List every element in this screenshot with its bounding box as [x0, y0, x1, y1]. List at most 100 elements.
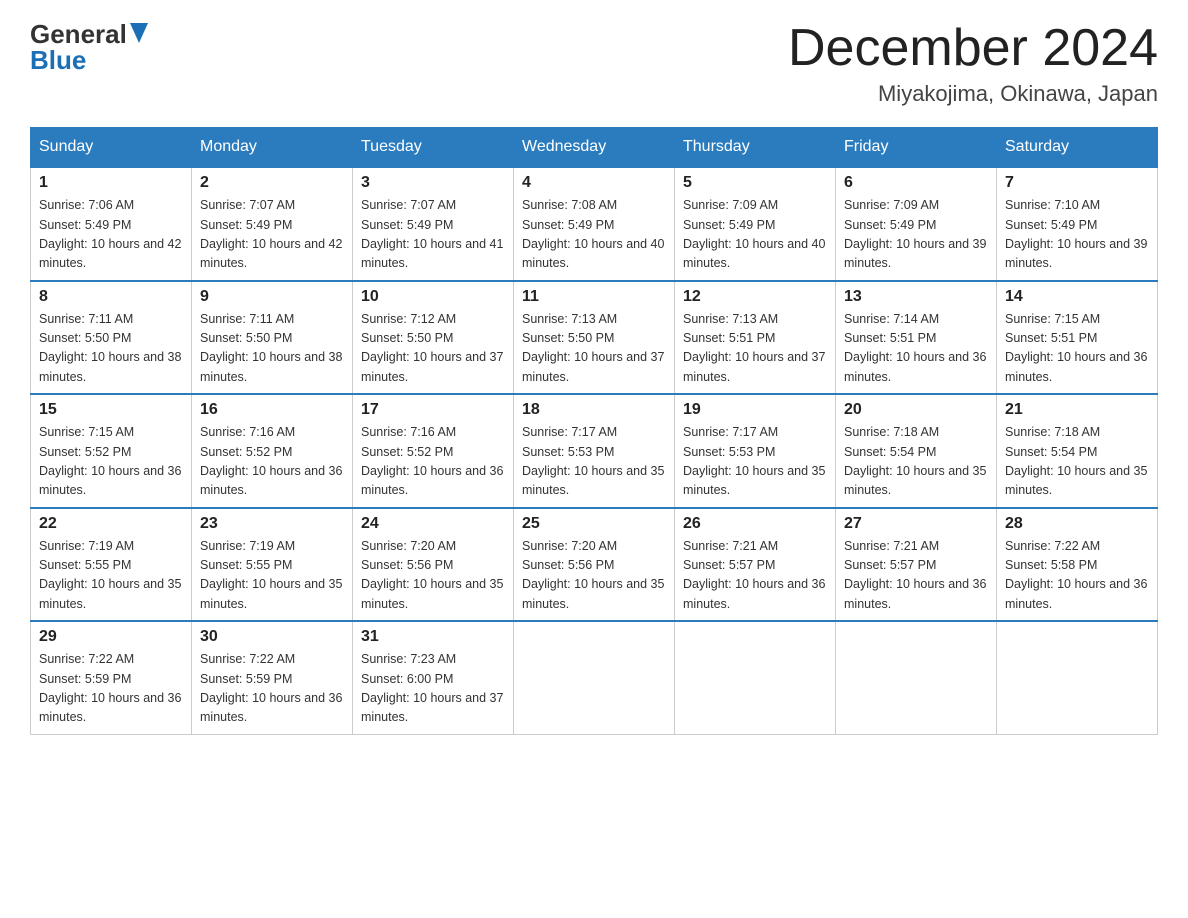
- day-number: 20: [844, 401, 988, 419]
- calendar-week-row: 29 Sunrise: 7:22 AM Sunset: 5:59 PM Dayl…: [31, 621, 1158, 734]
- day-number: 14: [1005, 288, 1149, 306]
- calendar-day-cell: 17 Sunrise: 7:16 AM Sunset: 5:52 PM Dayl…: [353, 394, 514, 508]
- day-info: Sunrise: 7:15 AM Sunset: 5:52 PM Dayligh…: [39, 423, 183, 501]
- calendar-day-cell: 10 Sunrise: 7:12 AM Sunset: 5:50 PM Dayl…: [353, 281, 514, 395]
- day-number: 2: [200, 174, 344, 192]
- header-saturday: Saturday: [997, 128, 1158, 168]
- header-friday: Friday: [836, 128, 997, 168]
- calendar-day-cell: 26 Sunrise: 7:21 AM Sunset: 5:57 PM Dayl…: [675, 508, 836, 622]
- day-info: Sunrise: 7:19 AM Sunset: 5:55 PM Dayligh…: [200, 537, 344, 615]
- day-number: 8: [39, 288, 183, 306]
- day-info: Sunrise: 7:17 AM Sunset: 5:53 PM Dayligh…: [683, 423, 827, 501]
- calendar-day-cell: 15 Sunrise: 7:15 AM Sunset: 5:52 PM Dayl…: [31, 394, 192, 508]
- day-info: Sunrise: 7:16 AM Sunset: 5:52 PM Dayligh…: [200, 423, 344, 501]
- day-info: Sunrise: 7:06 AM Sunset: 5:49 PM Dayligh…: [39, 196, 183, 274]
- calendar-week-row: 8 Sunrise: 7:11 AM Sunset: 5:50 PM Dayli…: [31, 281, 1158, 395]
- calendar-day-cell: 16 Sunrise: 7:16 AM Sunset: 5:52 PM Dayl…: [192, 394, 353, 508]
- location-subtitle: Miyakojima, Okinawa, Japan: [788, 81, 1158, 107]
- calendar-day-cell: 25 Sunrise: 7:20 AM Sunset: 5:56 PM Dayl…: [514, 508, 675, 622]
- day-number: 7: [1005, 174, 1149, 192]
- calendar-day-cell: 7 Sunrise: 7:10 AM Sunset: 5:49 PM Dayli…: [997, 167, 1158, 281]
- day-info: Sunrise: 7:18 AM Sunset: 5:54 PM Dayligh…: [1005, 423, 1149, 501]
- day-info: Sunrise: 7:09 AM Sunset: 5:49 PM Dayligh…: [844, 196, 988, 274]
- day-number: 3: [361, 174, 505, 192]
- calendar-day-cell: 1 Sunrise: 7:06 AM Sunset: 5:49 PM Dayli…: [31, 167, 192, 281]
- day-info: Sunrise: 7:22 AM Sunset: 5:58 PM Dayligh…: [1005, 537, 1149, 615]
- day-info: Sunrise: 7:13 AM Sunset: 5:51 PM Dayligh…: [683, 310, 827, 388]
- calendar-day-cell: 30 Sunrise: 7:22 AM Sunset: 5:59 PM Dayl…: [192, 621, 353, 734]
- page-header: General Blue December 2024 Miyakojima, O…: [30, 20, 1158, 107]
- day-number: 24: [361, 515, 505, 533]
- day-number: 19: [683, 401, 827, 419]
- header-wednesday: Wednesday: [514, 128, 675, 168]
- day-number: 9: [200, 288, 344, 306]
- calendar-day-cell: 13 Sunrise: 7:14 AM Sunset: 5:51 PM Dayl…: [836, 281, 997, 395]
- day-number: 12: [683, 288, 827, 306]
- calendar-day-cell: 4 Sunrise: 7:08 AM Sunset: 5:49 PM Dayli…: [514, 167, 675, 281]
- day-number: 25: [522, 515, 666, 533]
- calendar-day-cell: 11 Sunrise: 7:13 AM Sunset: 5:50 PM Dayl…: [514, 281, 675, 395]
- calendar-day-cell: 20 Sunrise: 7:18 AM Sunset: 5:54 PM Dayl…: [836, 394, 997, 508]
- day-number: 1: [39, 174, 183, 192]
- day-info: Sunrise: 7:10 AM Sunset: 5:49 PM Dayligh…: [1005, 196, 1149, 274]
- calendar-day-cell: 12 Sunrise: 7:13 AM Sunset: 5:51 PM Dayl…: [675, 281, 836, 395]
- calendar-day-cell: 8 Sunrise: 7:11 AM Sunset: 5:50 PM Dayli…: [31, 281, 192, 395]
- day-info: Sunrise: 7:09 AM Sunset: 5:49 PM Dayligh…: [683, 196, 827, 274]
- calendar-day-cell: 29 Sunrise: 7:22 AM Sunset: 5:59 PM Dayl…: [31, 621, 192, 734]
- day-info: Sunrise: 7:08 AM Sunset: 5:49 PM Dayligh…: [522, 196, 666, 274]
- day-number: 23: [200, 515, 344, 533]
- day-info: Sunrise: 7:20 AM Sunset: 5:56 PM Dayligh…: [522, 537, 666, 615]
- calendar-day-cell: 19 Sunrise: 7:17 AM Sunset: 5:53 PM Dayl…: [675, 394, 836, 508]
- calendar-day-cell: [997, 621, 1158, 734]
- calendar-day-cell: 6 Sunrise: 7:09 AM Sunset: 5:49 PM Dayli…: [836, 167, 997, 281]
- day-number: 10: [361, 288, 505, 306]
- day-info: Sunrise: 7:20 AM Sunset: 5:56 PM Dayligh…: [361, 537, 505, 615]
- day-number: 18: [522, 401, 666, 419]
- day-number: 16: [200, 401, 344, 419]
- day-number: 30: [200, 628, 344, 646]
- calendar-day-cell: 9 Sunrise: 7:11 AM Sunset: 5:50 PM Dayli…: [192, 281, 353, 395]
- calendar-day-cell: 24 Sunrise: 7:20 AM Sunset: 5:56 PM Dayl…: [353, 508, 514, 622]
- day-info: Sunrise: 7:14 AM Sunset: 5:51 PM Dayligh…: [844, 310, 988, 388]
- day-number: 27: [844, 515, 988, 533]
- day-info: Sunrise: 7:12 AM Sunset: 5:50 PM Dayligh…: [361, 310, 505, 388]
- day-number: 22: [39, 515, 183, 533]
- day-info: Sunrise: 7:18 AM Sunset: 5:54 PM Dayligh…: [844, 423, 988, 501]
- day-info: Sunrise: 7:11 AM Sunset: 5:50 PM Dayligh…: [200, 310, 344, 388]
- day-number: 13: [844, 288, 988, 306]
- header-sunday: Sunday: [31, 128, 192, 168]
- calendar-table: Sunday Monday Tuesday Wednesday Thursday…: [30, 127, 1158, 735]
- header-tuesday: Tuesday: [353, 128, 514, 168]
- logo: General Blue: [30, 20, 148, 76]
- day-number: 11: [522, 288, 666, 306]
- calendar-day-cell: 23 Sunrise: 7:19 AM Sunset: 5:55 PM Dayl…: [192, 508, 353, 622]
- calendar-day-cell: 28 Sunrise: 7:22 AM Sunset: 5:58 PM Dayl…: [997, 508, 1158, 622]
- day-number: 26: [683, 515, 827, 533]
- day-info: Sunrise: 7:19 AM Sunset: 5:55 PM Dayligh…: [39, 537, 183, 615]
- logo-blue-text: Blue: [30, 46, 148, 76]
- day-number: 28: [1005, 515, 1149, 533]
- day-info: Sunrise: 7:11 AM Sunset: 5:50 PM Dayligh…: [39, 310, 183, 388]
- day-number: 21: [1005, 401, 1149, 419]
- day-info: Sunrise: 7:21 AM Sunset: 5:57 PM Dayligh…: [683, 537, 827, 615]
- calendar-day-cell: [836, 621, 997, 734]
- calendar-week-row: 22 Sunrise: 7:19 AM Sunset: 5:55 PM Dayl…: [31, 508, 1158, 622]
- day-info: Sunrise: 7:17 AM Sunset: 5:53 PM Dayligh…: [522, 423, 666, 501]
- day-number: 31: [361, 628, 505, 646]
- calendar-week-row: 15 Sunrise: 7:15 AM Sunset: 5:52 PM Dayl…: [31, 394, 1158, 508]
- calendar-day-cell: 22 Sunrise: 7:19 AM Sunset: 5:55 PM Dayl…: [31, 508, 192, 622]
- header-monday: Monday: [192, 128, 353, 168]
- calendar-day-cell: [675, 621, 836, 734]
- day-info: Sunrise: 7:16 AM Sunset: 5:52 PM Dayligh…: [361, 423, 505, 501]
- calendar-week-row: 1 Sunrise: 7:06 AM Sunset: 5:49 PM Dayli…: [31, 167, 1158, 281]
- day-number: 29: [39, 628, 183, 646]
- calendar-day-cell: 5 Sunrise: 7:09 AM Sunset: 5:49 PM Dayli…: [675, 167, 836, 281]
- day-number: 15: [39, 401, 183, 419]
- calendar-day-cell: 27 Sunrise: 7:21 AM Sunset: 5:57 PM Dayl…: [836, 508, 997, 622]
- day-info: Sunrise: 7:22 AM Sunset: 5:59 PM Dayligh…: [200, 650, 344, 728]
- calendar-day-cell: 3 Sunrise: 7:07 AM Sunset: 5:49 PM Dayli…: [353, 167, 514, 281]
- day-info: Sunrise: 7:13 AM Sunset: 5:50 PM Dayligh…: [522, 310, 666, 388]
- calendar-day-cell: 21 Sunrise: 7:18 AM Sunset: 5:54 PM Dayl…: [997, 394, 1158, 508]
- day-info: Sunrise: 7:07 AM Sunset: 5:49 PM Dayligh…: [200, 196, 344, 274]
- title-section: December 2024 Miyakojima, Okinawa, Japan: [788, 20, 1158, 107]
